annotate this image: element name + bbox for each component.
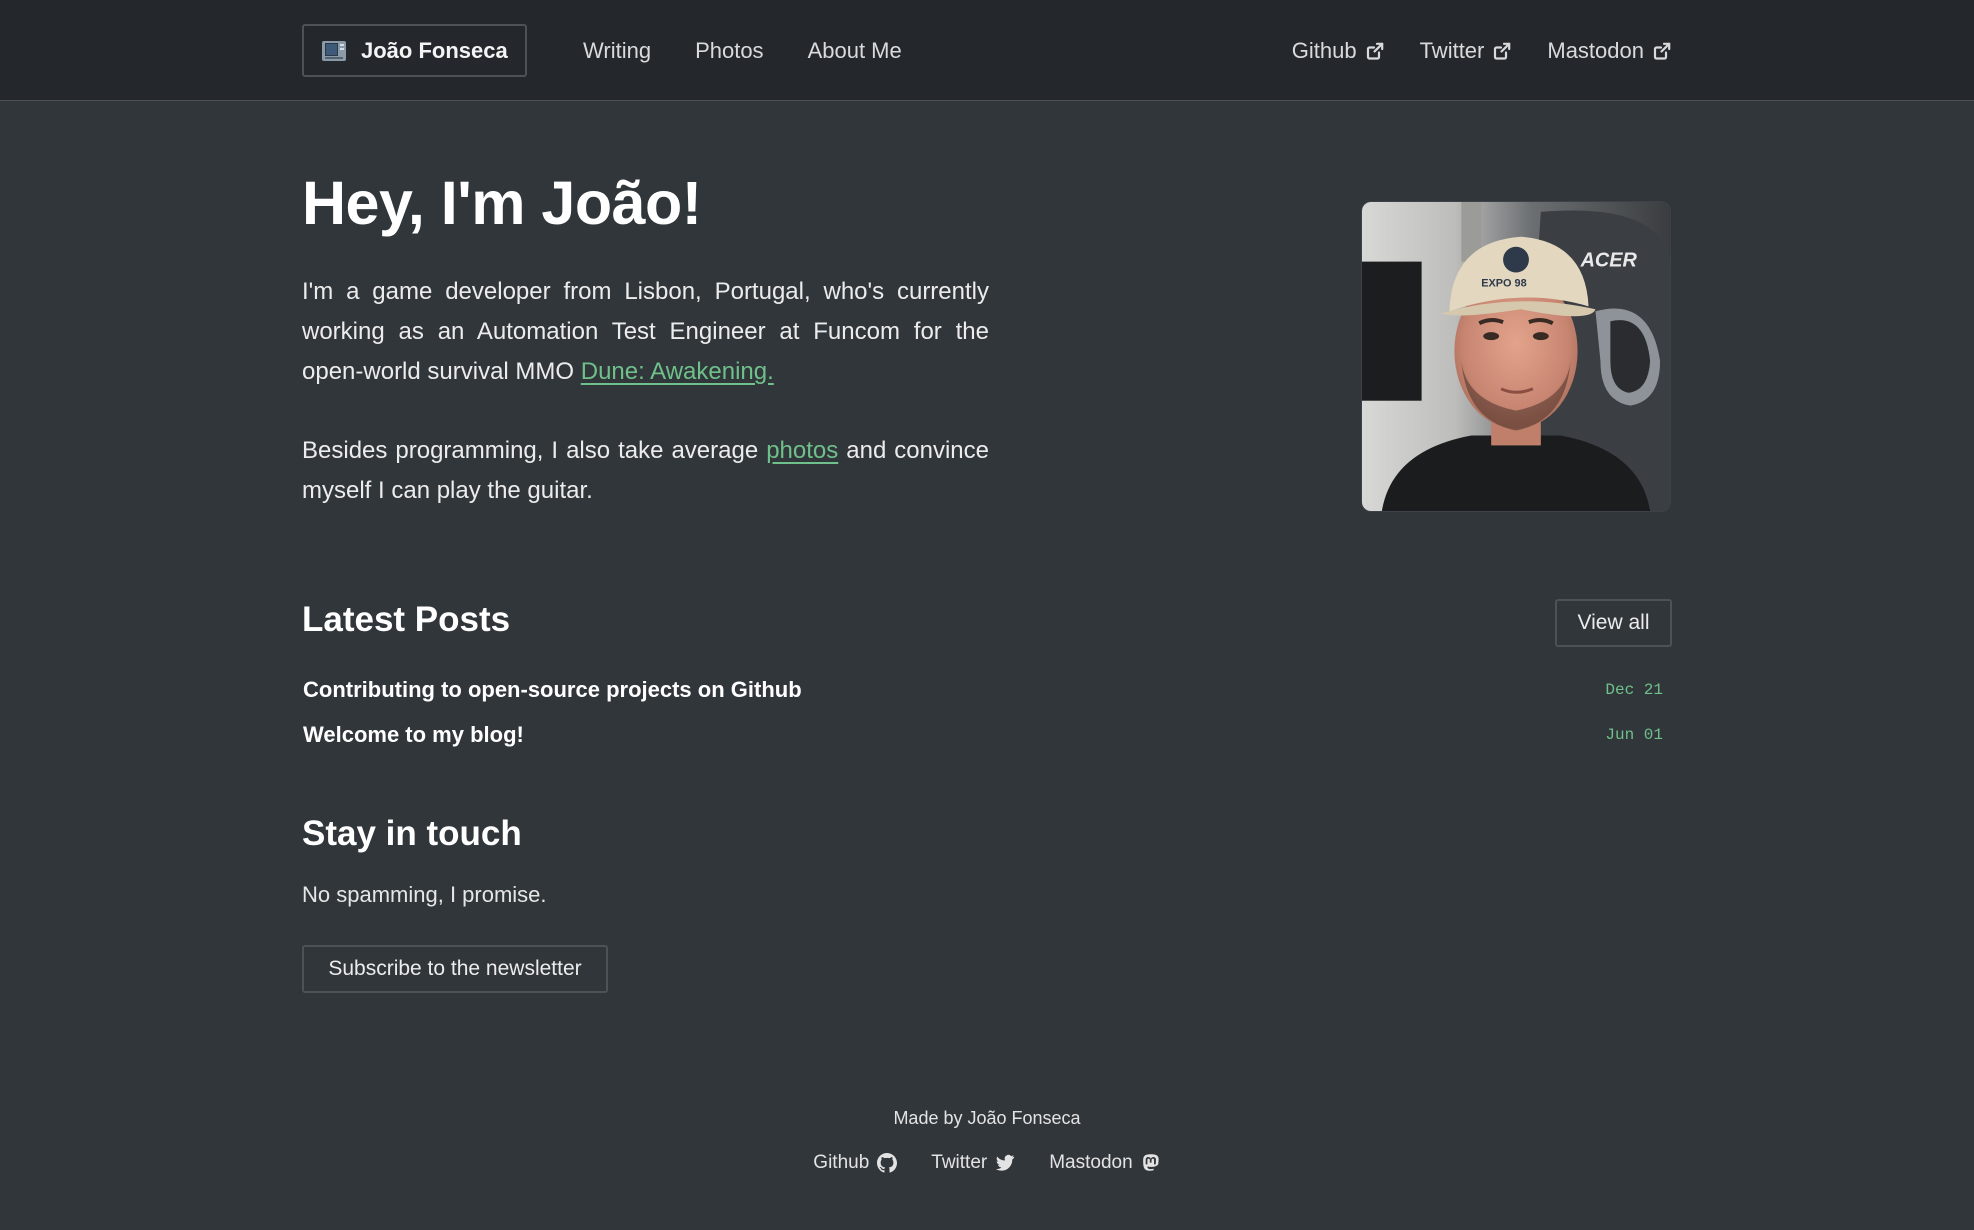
post-title-link[interactable]: Welcome to my blog! bbox=[303, 722, 524, 748]
profile-photo-illustration: ACER EXPO 98 bbox=[1362, 202, 1670, 511]
dune-awakening-link[interactable]: Dune: Awakening. bbox=[581, 358, 774, 385]
hobby-paragraph: Besides programming, I also take average… bbox=[302, 431, 989, 511]
footer-link-mastodon[interactable]: Mastodon bbox=[1049, 1152, 1160, 1174]
twitter-icon bbox=[996, 1154, 1015, 1171]
post-list-item: Contributing to open-source projects on … bbox=[303, 672, 1663, 708]
nav-link-about-me[interactable]: About Me bbox=[808, 38, 902, 64]
post-list-item: Welcome to my blog! Jun 01 bbox=[303, 717, 1663, 753]
footer-link-twitter[interactable]: Twitter bbox=[931, 1152, 1015, 1174]
photos-link[interactable]: photos bbox=[766, 437, 838, 464]
latest-posts-heading: Latest Posts bbox=[302, 600, 511, 639]
brand-home-link[interactable]: João Fonseca bbox=[302, 24, 527, 77]
retro-computer-icon bbox=[322, 40, 346, 61]
external-link-icon bbox=[1366, 42, 1383, 60]
nav-link-mastodon[interactable]: Mastodon bbox=[1547, 38, 1671, 64]
newsletter-description: No spamming, I promise. bbox=[302, 882, 547, 907]
nav-link-label: Twitter bbox=[1419, 37, 1485, 63]
intro-paragraph: I'm a game developer from Lisbon, Portug… bbox=[302, 272, 989, 392]
post-title-link[interactable]: Contributing to open-source projects on … bbox=[303, 677, 802, 703]
nav-link-twitter[interactable]: Twitter bbox=[1420, 38, 1512, 64]
social-navigation: Github Twitter Mastodon bbox=[1292, 0, 1671, 101]
nav-link-label: Mastodon bbox=[1547, 37, 1644, 63]
external-link-icon bbox=[1494, 42, 1511, 60]
external-link-icon bbox=[1653, 42, 1671, 60]
mastodon-icon bbox=[1142, 1154, 1159, 1171]
hobby-text-start: Besides programming, I also take average bbox=[302, 437, 767, 464]
top-navigation-bar: João Fonseca Writing Photos About Me Git… bbox=[0, 0, 1974, 101]
subscribe-newsletter-button[interactable]: Subscribe to the newsletter bbox=[302, 945, 608, 993]
profile-photo: ACER EXPO 98 bbox=[1361, 201, 1671, 512]
footer-link-github[interactable]: Github bbox=[813, 1152, 898, 1174]
nav-link-label: Photos bbox=[695, 37, 764, 63]
footer-credit: Made by João Fonseca bbox=[893, 1108, 1081, 1128]
post-date: Jun 01 bbox=[1605, 726, 1663, 744]
footer-social-links: Github Twitter Mastodon bbox=[0, 1152, 1974, 1174]
nav-link-photos[interactable]: Photos bbox=[695, 38, 764, 64]
svg-text:EXPO 98: EXPO 98 bbox=[1481, 277, 1526, 289]
view-all-button[interactable]: View all bbox=[1555, 599, 1672, 647]
main-navigation: Writing Photos About Me bbox=[583, 0, 902, 101]
stay-in-touch-heading: Stay in touch bbox=[302, 814, 522, 853]
footer-link-label: Github bbox=[813, 1152, 870, 1173]
svg-text:ACER: ACER bbox=[1580, 250, 1638, 272]
page-title: Hey, I'm João! bbox=[302, 169, 702, 237]
footer-link-label: Mastodon bbox=[1049, 1152, 1133, 1173]
github-icon bbox=[877, 1153, 898, 1173]
nav-link-label: Github bbox=[1291, 37, 1357, 63]
nav-link-github[interactable]: Github bbox=[1292, 38, 1384, 64]
footer-link-label: Twitter bbox=[931, 1152, 988, 1173]
nav-link-writing[interactable]: Writing bbox=[583, 38, 651, 64]
intro-section: I'm a game developer from Lisbon, Portug… bbox=[302, 272, 989, 511]
post-date: Dec 21 bbox=[1605, 681, 1663, 699]
brand-name: João Fonseca bbox=[361, 37, 508, 63]
nav-link-label: Writing bbox=[583, 37, 652, 63]
nav-link-label: About Me bbox=[807, 37, 902, 63]
